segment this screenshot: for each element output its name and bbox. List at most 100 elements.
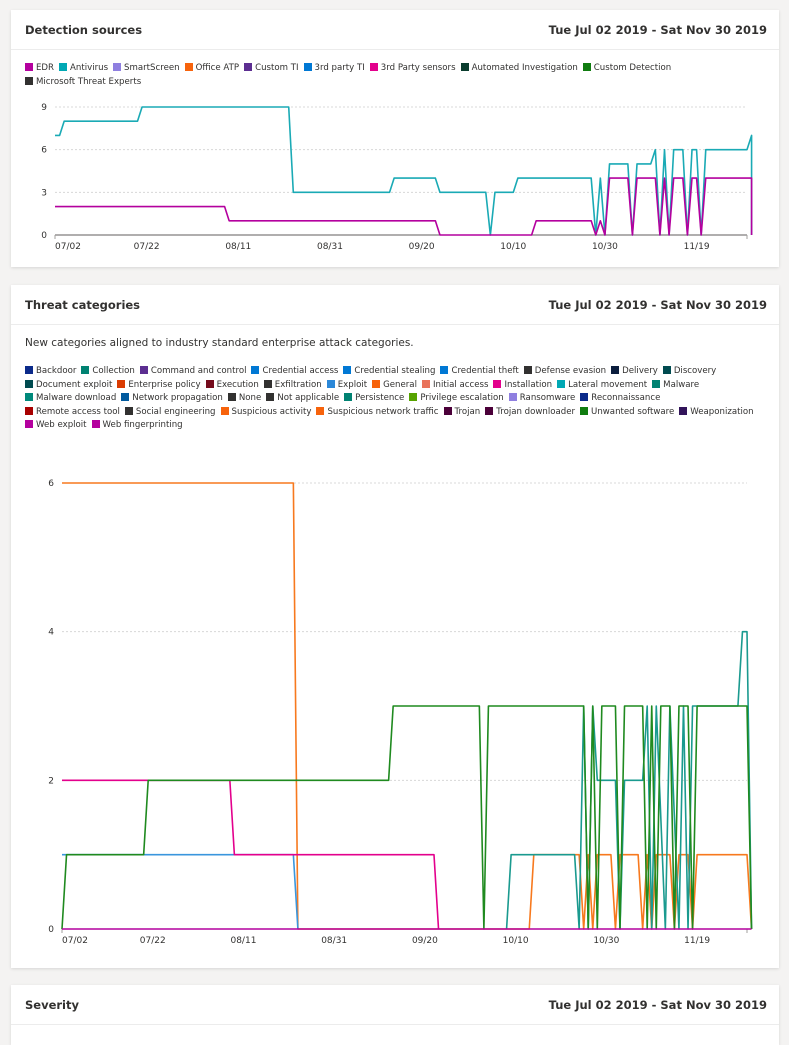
legend-swatch — [25, 63, 33, 71]
x-tick-label: 10/30 — [593, 936, 619, 946]
legend-label: Initial access — [432, 379, 489, 390]
detection-sources-chart: 0 3 6 9 07/02 07/22 08/11 08/31 09/20 10/10 10/30 1… — [41, 103, 753, 252]
legend-item[interactable]: Network propagation — [121, 392, 223, 406]
legend-item[interactable]: Command and control — [139, 365, 247, 379]
legend-item[interactable]: Exfiltration — [263, 379, 322, 393]
card-title: Threat categories — [25, 297, 141, 312]
legend-item[interactable]: Malware — [652, 379, 699, 393]
legend-item[interactable]: Document exploit — [25, 379, 112, 393]
legend-item[interactable]: Privilege escalation — [409, 392, 504, 406]
legend-label: Persistence — [355, 393, 405, 403]
legend-swatch — [679, 406, 688, 415]
legend-item[interactable]: General — [372, 379, 417, 393]
legend-swatch — [25, 393, 33, 401]
legend-item[interactable]: Office ATP — [184, 62, 239, 76]
legend-item[interactable]: None — [227, 392, 261, 406]
x-tick-label: 08/11 — [225, 242, 251, 252]
legend-item[interactable]: Initial access — [421, 379, 489, 393]
legend-item[interactable]: Collection — [81, 365, 135, 379]
legend-item[interactable]: Malware download — [25, 392, 116, 406]
legend-item[interactable]: Web fingerprinting — [91, 419, 183, 433]
legend-item[interactable]: SmartScreen — [113, 62, 180, 76]
series-line-antivirus[interactable] — [55, 106, 753, 236]
legend-item[interactable]: Custom TI — [244, 62, 299, 76]
legend-swatch — [460, 63, 469, 71]
chart-legend: Backdoor Collection Command and control Cre… — [25, 365, 759, 433]
legend-swatch — [25, 420, 33, 428]
legend-item[interactable]: Antivirus — [59, 62, 108, 76]
legend-item[interactable]: Backdoor — [25, 365, 76, 379]
legend-swatch — [326, 379, 335, 388]
legend-label: Enterprise policy — [128, 379, 201, 390]
legend-item[interactable]: Custom Detection — [582, 62, 672, 76]
legend-swatch — [611, 366, 620, 374]
y-tick-label: 4 — [48, 628, 54, 638]
legend-item[interactable]: Persistence — [344, 392, 404, 406]
legend-item[interactable]: Web exploit — [25, 419, 87, 433]
legend-item[interactable]: Exploit — [326, 379, 367, 393]
x-tick-label: 08/31 — [317, 242, 343, 252]
legend-item[interactable]: Installation — [493, 379, 552, 393]
legend-label: Malware download — [36, 393, 117, 403]
x-tick-label: 07/02 — [62, 936, 88, 946]
x-tick-label: 08/11 — [230, 936, 256, 946]
severity-card: Severity Tue Jul 02 2019 - Sat Nov 30 20… — [11, 985, 779, 1045]
legend-item[interactable]: Trojan — [443, 406, 480, 420]
legend-swatch — [508, 393, 517, 401]
y-tick-label: 9 — [41, 103, 47, 113]
legend-item[interactable]: Remote access tool — [25, 406, 120, 420]
legend-item[interactable]: Weaponization — [679, 406, 754, 420]
legend-item[interactable]: Suspicious activity — [220, 406, 311, 420]
legend-label: SmartScreen — [124, 63, 180, 73]
legend-item[interactable]: 3rd Party sensors — [369, 62, 456, 76]
legend-label: Microsoft Threat Experts — [36, 76, 142, 87]
legend-item[interactable]: Unwanted software — [580, 406, 674, 420]
legend-item[interactable]: Execution — [205, 379, 259, 393]
y-tick-label: 0 — [48, 925, 54, 935]
legend-item[interactable]: Social engineering — [124, 406, 216, 420]
legend-label: Command and control — [150, 366, 247, 376]
legend-item[interactable]: Reconnaissance — [580, 392, 660, 406]
threat-categories-chart: 0 2 4 6 07/02 07/22 08/11 08/31 09/20 10/10 10/30 1… — [48, 479, 753, 946]
legend-label: Execution — [216, 379, 259, 390]
legend-label: Credential access — [262, 366, 339, 376]
date-range: Tue Jul 02 2019 - Sat Nov 30 2019 — [548, 297, 767, 312]
legend-swatch — [580, 393, 589, 401]
card-header: Threat categories Tue Jul 02 2019 - Sat … — [11, 285, 779, 325]
legend-label: Web fingerprinting — [102, 420, 183, 430]
legend-item[interactable]: Enterprise policy — [117, 379, 201, 393]
legend-item[interactable]: Ransomware — [508, 392, 575, 406]
legend-item[interactable]: Trojan downloader — [485, 406, 575, 420]
legend-swatch — [25, 76, 33, 85]
legend-item[interactable]: Not applicable — [266, 392, 339, 406]
legend-item[interactable]: Credential access — [251, 365, 338, 379]
legend-swatch — [251, 366, 260, 374]
legend-item[interactable]: 3rd party TI — [303, 62, 365, 76]
legend-item[interactable]: Credential stealing — [343, 365, 435, 379]
legend-item[interactable]: Delivery — [611, 365, 658, 379]
legend-label: EDR — [36, 63, 55, 73]
legend-swatch — [220, 406, 229, 415]
threat-categories-card: Threat categories Tue Jul 02 2019 - Sat … — [11, 285, 779, 968]
legend-label: Custom Detection — [593, 63, 672, 73]
date-range: Tue Jul 02 2019 - Sat Nov 30 2019 — [548, 997, 767, 1012]
legend-item[interactable]: Microsoft Threat Experts — [25, 76, 141, 90]
legend-label: General — [383, 379, 417, 390]
legend-item[interactable]: Lateral movement — [557, 379, 647, 393]
legend-label: Document exploit — [36, 379, 113, 390]
legend-item[interactable]: EDR — [25, 62, 54, 76]
legend-swatch — [227, 393, 236, 401]
legend-swatch — [440, 366, 449, 374]
legend-item[interactable]: Automated Investigation — [460, 62, 578, 76]
legend-item[interactable]: Discovery — [662, 365, 716, 379]
legend-swatch — [409, 393, 418, 401]
legend-item[interactable]: Suspicious network traffic — [316, 406, 439, 420]
legend-label: Credential theft — [451, 366, 519, 376]
y-tick-label: 0 — [41, 231, 47, 241]
legend-label: Exfiltration — [274, 379, 322, 390]
y-tick-label: 3 — [41, 188, 47, 198]
series-line-credential-access[interactable] — [62, 853, 299, 930]
series-line-edr[interactable] — [55, 177, 753, 236]
legend-item[interactable]: Defense evasion — [523, 365, 606, 379]
legend-item[interactable]: Credential theft — [440, 365, 519, 379]
